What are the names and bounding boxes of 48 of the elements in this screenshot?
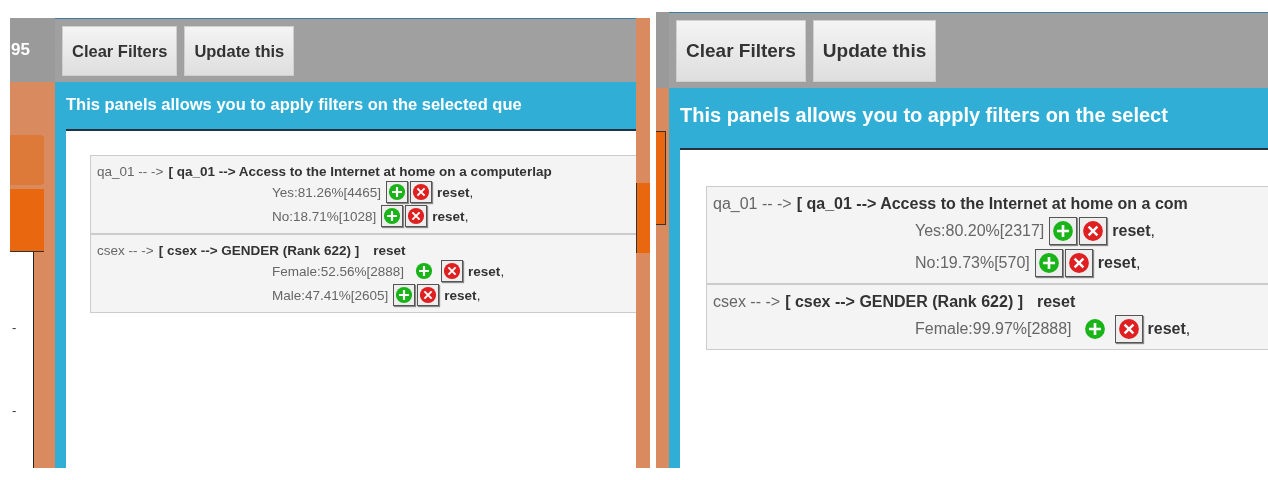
- tab-block: [10, 189, 44, 252]
- question-title: [ qa_01 --> Access to the Internet at home on a com: [796, 195, 1188, 213]
- dash-mark: -: [12, 403, 18, 418]
- question-title: [ csex --> GENDER (Rank 622) ]: [785, 293, 1023, 311]
- variable-name: csex -- ->: [97, 243, 154, 258]
- question-title: [ csex --> GENDER (Rank 622) ]: [158, 243, 360, 258]
- reset-link[interactable]: reset: [1037, 293, 1076, 311]
- panel-description: This panels allows you to apply filters on the selected que: [66, 94, 523, 115]
- panel-description: This panels allows you to apply filters on the select: [680, 103, 1169, 128]
- option-stat: Yes:80.20%[2317]: [915, 222, 1045, 240]
- tab-block: [636, 183, 650, 253]
- variable-name: qa_01 -- ->: [97, 164, 164, 179]
- reset-link[interactable]: reset,: [468, 263, 505, 279]
- option-stat: No:18.71%[1028]: [272, 208, 377, 224]
- reset-link[interactable]: reset,: [1147, 320, 1191, 338]
- dash-mark: -: [12, 320, 18, 335]
- toolbar-button[interactable]: Clear Filters: [62, 26, 178, 76]
- reset-link[interactable]: reset: [373, 243, 406, 258]
- reset-link[interactable]: reset,: [444, 287, 481, 303]
- variable-name: qa_01 -- ->: [713, 195, 792, 213]
- remove-button[interactable]: [417, 284, 440, 306]
- remove-button[interactable]: [441, 260, 464, 282]
- add-button[interactable]: [381, 205, 404, 227]
- remove-button[interactable]: [405, 205, 428, 227]
- option-stat: Female:52.56%[2888]: [272, 263, 405, 279]
- option-stat: Yes:81.26%[4465]: [272, 184, 382, 200]
- toolbar-button[interactable]: Update this: [184, 26, 295, 76]
- side-label: 95: [11, 40, 30, 60]
- reset-link[interactable]: reset,: [1097, 254, 1141, 272]
- remove-button[interactable]: [410, 181, 433, 203]
- remove-button[interactable]: [1064, 249, 1093, 277]
- add-button[interactable]: [1034, 249, 1063, 277]
- toolbar-button[interactable]: Clear Filters: [676, 20, 806, 82]
- question-title: [ qa_01 --> Access to the Internet at home on a computerlap: [168, 164, 552, 179]
- add-button[interactable]: [1049, 217, 1078, 245]
- reset-link[interactable]: reset,: [432, 208, 469, 224]
- toolbar-button[interactable]: Update this: [812, 20, 937, 82]
- remove-button[interactable]: [1079, 217, 1108, 245]
- reset-link[interactable]: reset,: [437, 184, 474, 200]
- option-stat: No:19.73%[570]: [915, 254, 1030, 272]
- reset-link[interactable]: reset,: [1112, 222, 1155, 240]
- remove-button[interactable]: [1114, 315, 1143, 343]
- option-stat: Male:47.41%[2605]: [272, 287, 389, 303]
- add-button[interactable]: [386, 181, 409, 203]
- variable-name: csex -- ->: [713, 293, 781, 311]
- option-stat: Female:99.97%[2888]: [915, 320, 1072, 338]
- add-button[interactable]: [393, 284, 416, 306]
- tab-block: [10, 135, 44, 185]
